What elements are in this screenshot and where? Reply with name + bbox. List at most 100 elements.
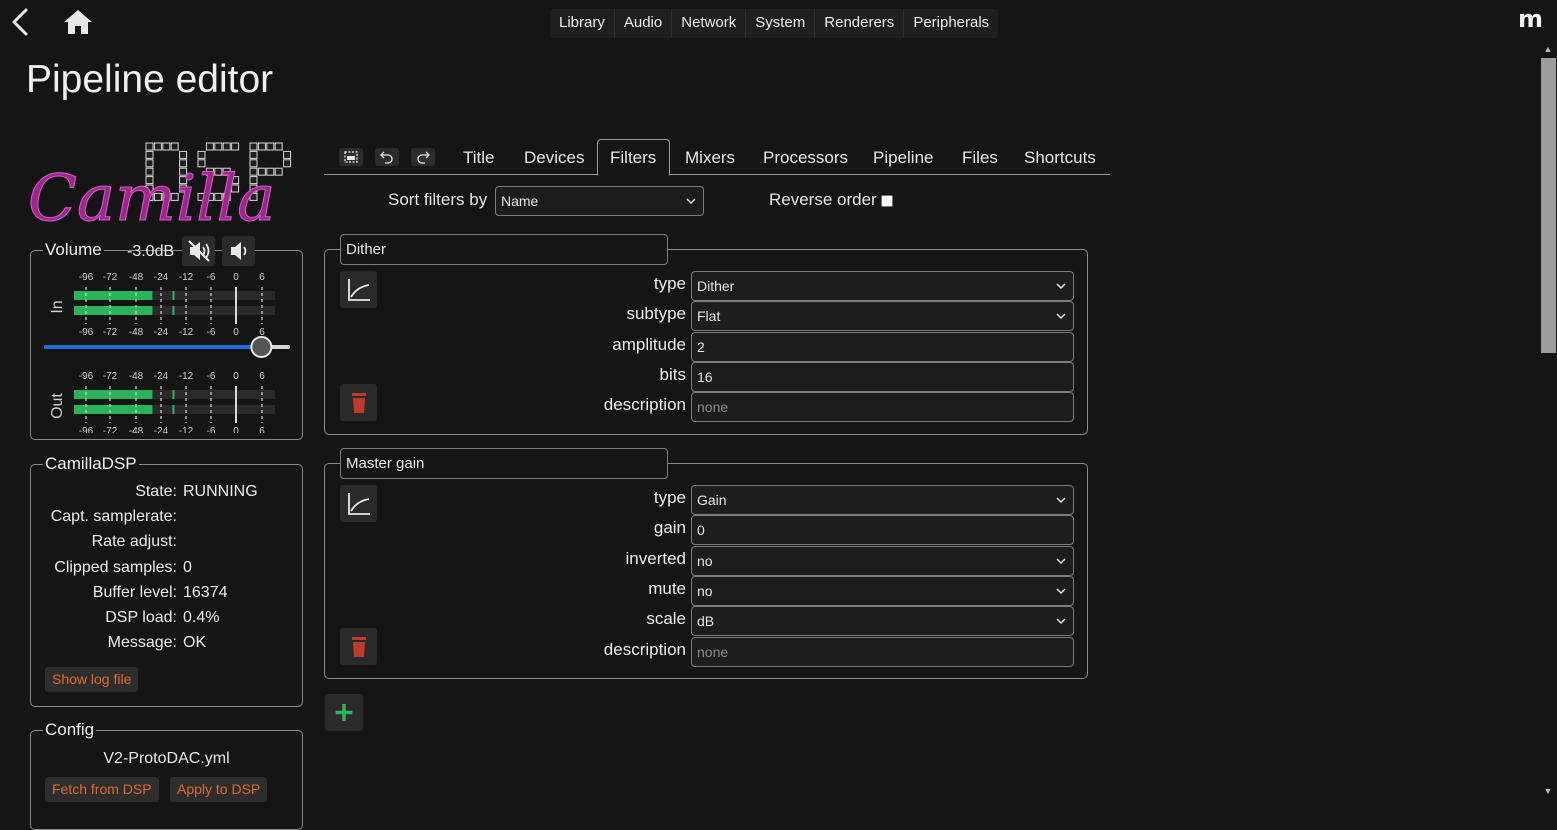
meter-scale-label: -72 xyxy=(103,327,118,338)
field-label: inverted xyxy=(625,548,686,568)
meter-scale-label: -72 xyxy=(103,272,118,283)
filter-bits-input[interactable] xyxy=(691,361,1074,392)
meter-scale-label: 6 xyxy=(259,272,265,283)
status-key: DSP load: xyxy=(105,609,177,626)
status-value xyxy=(177,508,183,526)
status-row: Buffer level: 16374 xyxy=(36,584,298,602)
sort-filters-select[interactable]: Name xyxy=(495,186,704,216)
field-label: type xyxy=(653,274,686,293)
nav-library[interactable]: Library xyxy=(550,9,614,38)
meter-scale-label: -24 xyxy=(154,272,169,283)
fetch-from-dsp-button[interactable]: Fetch from DSP xyxy=(45,777,159,802)
volume-slider-knob[interactable] xyxy=(250,336,273,358)
logo-script-text: Camilla xyxy=(28,162,275,230)
meter-scale-label: -24 xyxy=(154,426,169,433)
mute-icon[interactable] xyxy=(182,236,215,266)
meter-scale-label: -96 xyxy=(79,327,94,338)
field-wrapper: Flat xyxy=(691,301,1074,332)
tab-shortcuts[interactable]: Shortcuts xyxy=(1024,148,1096,168)
filter-inverted-select[interactable]: no xyxy=(691,545,1074,576)
status-row: Rate adjust: xyxy=(36,533,298,551)
filter-subtype-select[interactable]: Flat xyxy=(691,301,1074,332)
tab-mixers[interactable]: Mixers xyxy=(685,148,735,168)
nav-system[interactable]: System xyxy=(745,9,814,38)
filter-scale-select[interactable]: dB xyxy=(691,606,1074,637)
brand-menu-button[interactable]: m xyxy=(1518,5,1543,33)
filter-type-select[interactable]: Dither xyxy=(691,271,1074,301)
logo-block-cell xyxy=(153,142,162,151)
filter-name-input[interactable]: Dither xyxy=(340,234,668,265)
home-icon[interactable] xyxy=(62,8,94,36)
field-wrapper xyxy=(691,331,1074,362)
status-row: Capt. samplerate: xyxy=(36,508,298,526)
status-value: 0 xyxy=(183,558,192,576)
config-legend: Config xyxy=(45,720,95,739)
meter-scale-label: 0 xyxy=(233,371,239,382)
tab-processors[interactable]: Processors xyxy=(763,148,848,168)
compact-view-icon[interactable] xyxy=(339,148,363,166)
top-bar: Library Audio Network System Renderers P… xyxy=(0,0,1557,48)
filter-description-input[interactable] xyxy=(691,392,1074,423)
undo-icon[interactable] xyxy=(375,148,399,166)
field-wrapper: no xyxy=(691,545,1074,576)
status-value: 16374 xyxy=(183,583,228,601)
back-arrow-icon[interactable] xyxy=(8,6,32,38)
meter-scale-label: -48 xyxy=(129,272,144,283)
filter-amplitude-input[interactable] xyxy=(691,331,1074,362)
logo-block-cell xyxy=(231,142,240,151)
config-filename: V2-ProtoDAC.yml xyxy=(103,750,230,767)
field-label: description xyxy=(603,395,686,415)
tab-pipeline[interactable]: Pipeline xyxy=(873,148,934,168)
logo-block-cell xyxy=(170,142,179,151)
status-key: Message: xyxy=(107,634,177,652)
logo-block-cell xyxy=(266,142,275,151)
sort-filters-label: Sort filters by xyxy=(388,190,488,209)
logo-block-cell xyxy=(283,150,292,159)
meter-scale-label: -12 xyxy=(179,327,194,338)
redo-icon[interactable] xyxy=(411,148,435,166)
scroll-up-icon[interactable]: ▲ xyxy=(1543,44,1553,54)
nav-audio[interactable]: Audio xyxy=(613,9,671,38)
volume-legend: Volume xyxy=(45,240,102,259)
filter-gain-input[interactable] xyxy=(691,515,1074,546)
tab-filters[interactable]: Filters xyxy=(610,148,656,168)
meter-scale-label: -48 xyxy=(129,426,144,433)
filter-type-select[interactable]: Gain xyxy=(691,485,1074,515)
top-navigation: Library Audio Network System Renderers P… xyxy=(550,9,999,38)
nav-network[interactable]: Network xyxy=(671,9,745,38)
show-log-button[interactable]: Show log file xyxy=(45,667,139,692)
logo-block-cell xyxy=(274,167,283,176)
logo-block-cell xyxy=(145,142,154,151)
logo-block-cell xyxy=(179,150,188,159)
meter-channel-label: In xyxy=(49,300,66,313)
filter-mute-select[interactable]: no xyxy=(691,575,1074,606)
tab-title[interactable]: Title xyxy=(463,148,495,168)
meter-scale-label: -96 xyxy=(79,426,94,433)
apply-to-dsp-button[interactable]: Apply to DSP xyxy=(170,777,268,802)
field-label: type xyxy=(653,488,686,507)
meter-peak-marker xyxy=(172,291,175,300)
meter-scale-label: 0 xyxy=(233,327,239,338)
meter-scale-label: -6 xyxy=(207,426,216,433)
status-key: Rate adjust: xyxy=(91,533,177,551)
nav-renderers[interactable]: Renderers xyxy=(814,9,903,38)
meter-scale-label: -6 xyxy=(207,272,216,283)
tab-devices[interactable]: Devices xyxy=(524,148,584,168)
reverse-order-label: Reverse order xyxy=(769,190,877,209)
meter-scale-label: -48 xyxy=(129,327,144,338)
level-meters: -96 -72 -48 -24 -12 -6 0 6 -96 -72 -48 -24 -12 -6 0 6 In… xyxy=(44,272,290,433)
speaker-icon[interactable] xyxy=(222,236,255,266)
filter-name-input[interactable]: Master gain xyxy=(340,448,668,479)
add-filter-button[interactable] xyxy=(325,694,363,731)
tab-files[interactable]: Files xyxy=(962,148,998,168)
logo-block-cell xyxy=(145,150,154,159)
nav-peripherals[interactable]: Peripherals xyxy=(903,9,998,38)
meter-scale-label: -24 xyxy=(154,327,169,338)
logo-block-cell xyxy=(249,150,258,159)
filter-description-input[interactable] xyxy=(691,636,1074,667)
scrollbar-thumb[interactable] xyxy=(1541,58,1556,353)
plus-icon xyxy=(335,704,353,721)
scroll-down-icon[interactable]: ▼ xyxy=(1543,786,1553,796)
logo-block-cell xyxy=(222,142,231,151)
reverse-order-checkbox[interactable] xyxy=(881,195,893,207)
